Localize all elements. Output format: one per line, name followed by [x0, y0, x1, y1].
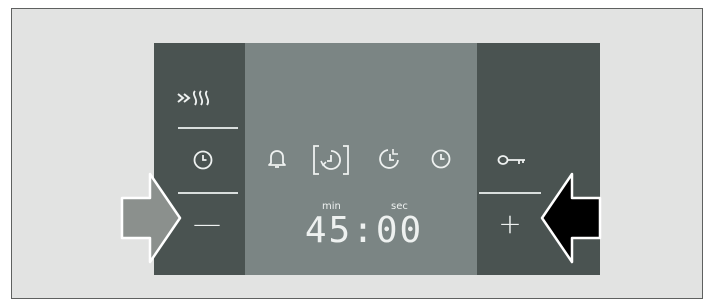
duration-icon-slot[interactable]: [311, 143, 351, 177]
left-separator-2: [178, 192, 238, 194]
left-pointer-arrow: [120, 172, 182, 264]
end-time-icon-slot[interactable]: [377, 146, 403, 172]
oven-control-panel: — min sec 45:00 +: [154, 43, 600, 275]
display-area: min sec 45:00: [245, 43, 477, 275]
right-separator: [479, 192, 541, 194]
key-icon: [497, 155, 525, 165]
plus-label: +: [498, 207, 522, 240]
clock-button[interactable]: [190, 147, 216, 173]
minus-button[interactable]: —: [190, 207, 224, 241]
right-pointer-arrow: [540, 172, 602, 264]
rapid-heat-button[interactable]: [174, 85, 220, 111]
left-separator-1: [178, 127, 238, 129]
minus-label: —: [193, 207, 221, 240]
duration-icon: [313, 145, 349, 175]
bell-icon-slot[interactable]: [265, 147, 289, 171]
clock-icon: [193, 150, 213, 170]
clock-icon-slot[interactable]: [429, 147, 453, 171]
bell-icon: [268, 150, 286, 168]
plus-button[interactable]: +: [493, 207, 527, 241]
rapid-heat-icon: [177, 90, 210, 106]
end-time-icon: [379, 149, 399, 169]
time-readout: 45:00: [304, 210, 424, 251]
key-button[interactable]: [495, 149, 529, 171]
clock-icon: [431, 149, 451, 169]
